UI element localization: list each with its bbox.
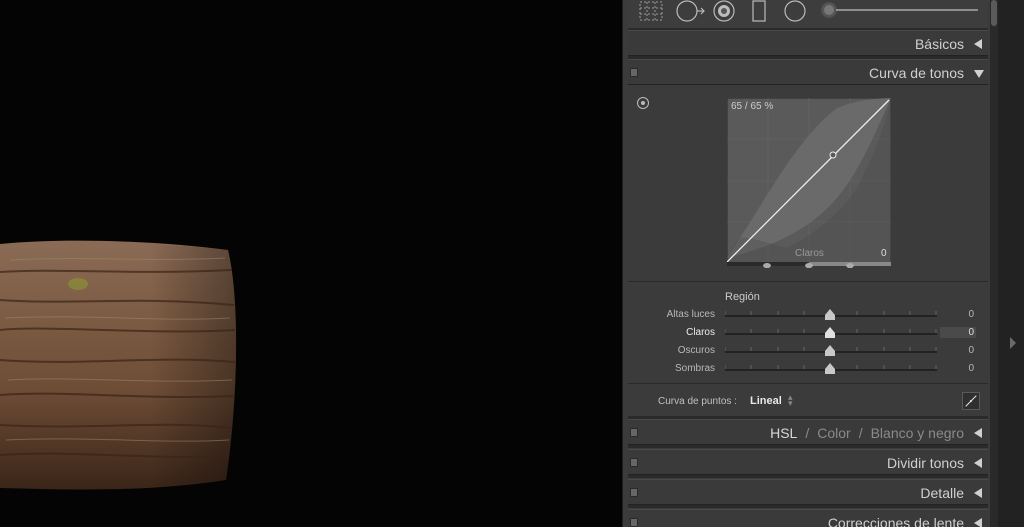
collapse-panel-arrow-icon[interactable]: [1010, 337, 1016, 349]
panel-toggle-switch[interactable]: [630, 518, 638, 527]
separator: [628, 475, 988, 478]
curve-readout: 65 / 65 %: [731, 101, 774, 112]
slider-label: Claros: [686, 327, 715, 338]
slider-value[interactable]: 0: [940, 345, 976, 356]
collapse-left-icon: [974, 488, 982, 498]
slider-highlights[interactable]: Altas luces 0: [628, 307, 988, 325]
slider-thumb[interactable]: [825, 327, 835, 339]
slider-label: Altas luces: [666, 309, 715, 320]
divider: [628, 281, 988, 282]
separator: [628, 505, 988, 508]
slider-label: Oscuros: [677, 345, 715, 356]
panel-toggle-switch[interactable]: [630, 428, 638, 437]
point-curve-select[interactable]: Lineal: [750, 395, 782, 407]
scrollbar-thumb[interactable]: [991, 0, 997, 26]
basic-panel-title: Básicos: [914, 36, 964, 52]
slider-lights[interactable]: Claros 0: [628, 325, 988, 343]
slider-value[interactable]: 0: [940, 363, 976, 374]
slider-thumb[interactable]: [825, 363, 835, 375]
split-toning-panel-title: Dividir tonos: [886, 455, 964, 471]
slider-value[interactable]: 0: [940, 309, 976, 320]
split-toning-panel-header[interactable]: Dividir tonos: [628, 449, 988, 475]
slider-label: Sombras: [674, 363, 715, 374]
spot-removal-icon[interactable]: [676, 0, 706, 26]
photo-canvas[interactable]: [0, 0, 622, 527]
tone-curve-panel-body: 65 / 65 % Claros 0 Región Altas luces 0 …: [628, 86, 988, 416]
point-curve-stepper-icon[interactable]: ▴ ▾: [788, 393, 793, 408]
collapse-left-icon: [974, 458, 982, 468]
divider: [628, 383, 988, 384]
tone-curve-panel-header[interactable]: Curva de tonos: [628, 59, 988, 85]
panel-scrollbar[interactable]: [990, 0, 998, 527]
graduated-filter-icon[interactable]: [752, 0, 766, 24]
panel-toggle-switch[interactable]: [630, 488, 638, 497]
crop-overlay-icon[interactable]: [638, 0, 664, 24]
targeted-adjustment-icon[interactable]: [637, 97, 649, 109]
tone-curve-svg: [726, 97, 892, 270]
slider-thumb[interactable]: [825, 345, 835, 357]
collapse-left-icon: [974, 518, 982, 527]
collapse-left-icon: [974, 39, 982, 49]
region-heading: Región: [725, 291, 760, 303]
collapse-left-icon: [974, 428, 982, 438]
basic-panel-header[interactable]: Básicos: [628, 30, 988, 56]
expand-down-icon: [974, 70, 984, 78]
detail-panel-header[interactable]: Detalle: [628, 479, 988, 505]
red-eye-icon[interactable]: [712, 0, 736, 24]
right-panel-rail[interactable]: [998, 0, 1024, 527]
lens-corrections-panel-title: Correcciones de lente: [827, 515, 964, 527]
panel-toggle-switch[interactable]: [630, 68, 638, 77]
hsl-panel-header[interactable]: HSL / Color / Blanco y negro: [628, 419, 988, 445]
radial-filter-icon[interactable]: [783, 0, 807, 24]
curve-region-label: Claros: [795, 248, 824, 259]
tab-color[interactable]: Color: [817, 425, 850, 441]
photo-image: [0, 240, 237, 490]
slider-darks[interactable]: Oscuros 0: [628, 343, 988, 361]
detail-panel-title: Detalle: [920, 485, 964, 501]
separator: [628, 445, 988, 448]
edit-point-curve-button[interactable]: [962, 392, 980, 410]
slider-value[interactable]: 0: [940, 327, 976, 338]
tab-black-white[interactable]: Blanco y negro: [871, 425, 964, 441]
panel-toggle-switch[interactable]: [630, 458, 638, 467]
slider-thumb[interactable]: [825, 309, 835, 321]
hsl-tabs: HSL / Color / Blanco y negro: [770, 425, 964, 441]
point-curve-label: Curva de puntos :: [658, 396, 737, 407]
tone-curve-panel-title: Curva de tonos: [869, 65, 964, 81]
tool-strip: [628, 0, 988, 28]
tone-curve-graph[interactable]: [726, 97, 892, 270]
curve-region-value: 0: [881, 248, 887, 259]
tab-hsl[interactable]: HSL: [770, 425, 797, 441]
lens-corrections-panel-header[interactable]: Correcciones de lente: [628, 509, 988, 527]
slider-shadows[interactable]: Sombras 0: [628, 361, 988, 379]
adjustment-brush-slider[interactable]: [820, 0, 980, 24]
